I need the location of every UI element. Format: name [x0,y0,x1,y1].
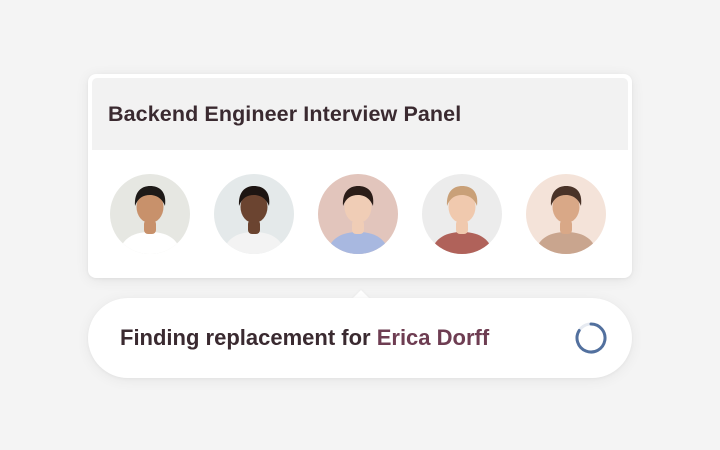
person-avatar-icon [110,174,190,254]
stage: Backend Engineer Interview Panel Finding… [0,0,720,450]
person-avatar-icon [526,174,606,254]
person-avatar-icon [318,174,398,254]
panel-member-avatar[interactable] [318,174,398,254]
panel-title: Backend Engineer Interview Panel [108,101,462,126]
panel-members [110,174,606,254]
panel-member-avatar[interactable] [110,174,190,254]
panel-member-avatar[interactable] [526,174,606,254]
loading-spinner-icon [574,321,608,355]
panel-member-avatar[interactable] [214,174,294,254]
replacement-status-pill: Finding replacement for Erica Dorff [88,298,632,378]
replaced-member-name: Erica Dorff [376,325,490,350]
panel-header: Backend Engineer Interview Panel [92,78,628,150]
person-avatar-icon [214,174,294,254]
status-message: Finding replacement for Erica Dorff [120,325,574,351]
panel-member-avatar[interactable] [422,174,502,254]
interview-panel-card: Backend Engineer Interview Panel [88,74,632,278]
status-prefix: Finding replacement for [120,325,377,350]
person-avatar-icon [422,174,502,254]
